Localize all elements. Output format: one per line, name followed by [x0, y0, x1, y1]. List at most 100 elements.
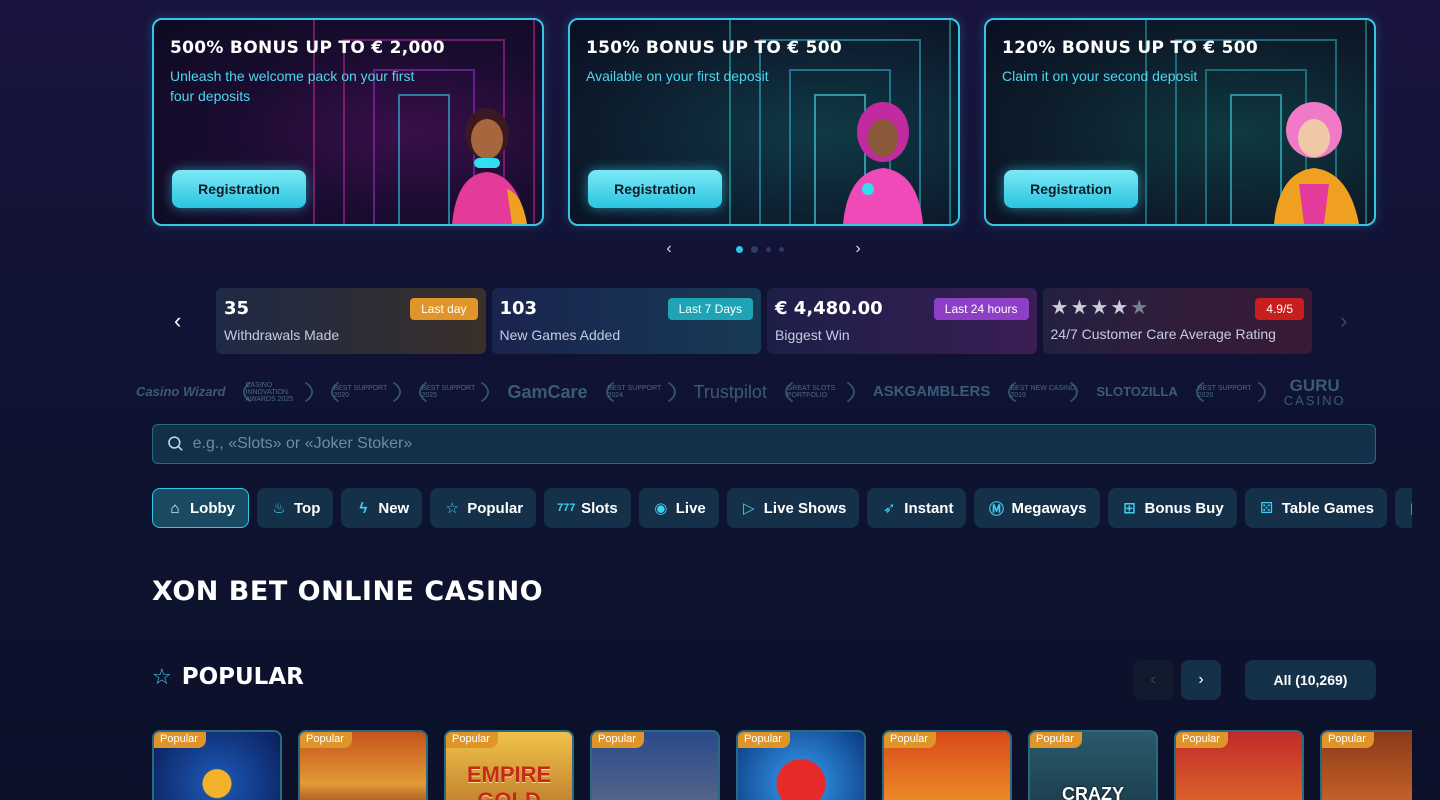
search-input[interactable] — [192, 435, 1361, 453]
carousel-dot-3[interactable] — [766, 247, 771, 252]
carousel-prev-button[interactable]: ‹ — [659, 240, 679, 258]
popular-section-header: ☆ POPULAR — [152, 664, 304, 690]
popular-badge: Popular — [1322, 732, 1374, 748]
banner-title: 500% BONUS UP TO € 2,000 — [170, 38, 445, 58]
tab-top[interactable]: ♨ Top — [257, 488, 334, 528]
carousel-next-button[interactable]: › — [848, 240, 868, 258]
stat-new-games: 103 New Games Added Last 7 Days — [491, 288, 761, 354]
popular-badge: Popular — [1030, 732, 1082, 748]
popular-badge: Popular — [1176, 732, 1228, 748]
tab-slots[interactable]: 777 Slots — [544, 488, 631, 528]
game-card[interactable]: Popular — [1320, 730, 1412, 800]
stats-prev-button[interactable]: ‹ — [174, 308, 181, 334]
star-icon: ★ — [1090, 297, 1109, 319]
popular-badge: Popular — [884, 732, 936, 748]
popular-games-row: Popular Popular Popular EMPIRE GOLD Popul… — [152, 730, 1412, 800]
game-card[interactable]: Popular — [882, 730, 1012, 800]
tab-label: Top — [294, 499, 321, 517]
carousel-dot-1[interactable] — [736, 246, 743, 253]
tab-label: Live — [675, 499, 706, 517]
bolt-icon: ϟ — [359, 499, 368, 517]
banner-carousel-nav: ‹ › — [0, 240, 1440, 260]
carousel-dot-4[interactable] — [779, 247, 784, 252]
star-icon: ☆ — [445, 500, 459, 517]
game-card[interactable]: Popular CRAZY — [1028, 730, 1158, 800]
tab-live[interactable]: ◉ Live — [638, 488, 719, 528]
popular-next-button[interactable]: › — [1181, 660, 1221, 700]
registration-button[interactable]: Registration — [1004, 170, 1138, 208]
half-star-icon: ★ — [1130, 297, 1149, 319]
promo-banner-2[interactable]: 150% BONUS UP TO € 500 Available on your… — [568, 18, 960, 226]
stat-badge: Last 7 Days — [667, 298, 753, 320]
tab-label: New — [378, 499, 410, 517]
home-icon: ⌂ — [170, 499, 180, 517]
trustpilot-logo: Trustpilot — [693, 382, 767, 402]
slotozilla-logo: SLOTOZILLA — [1096, 384, 1178, 399]
stat-label: Withdrawals Made — [224, 327, 340, 343]
game-card[interactable]: Popular — [152, 730, 282, 800]
category-tabs: ⌂ Lobby ♨ Top ϟ New ☆ Popular 777 Slots ◉ Live… — [152, 488, 1412, 528]
stats-next-button[interactable]: › — [1340, 308, 1347, 334]
banner-title: 150% BONUS UP TO € 500 — [586, 38, 843, 58]
game-card[interactable]: Popular — [590, 730, 720, 800]
tab-megaways[interactable]: Ⓜ Megaways — [974, 488, 1100, 528]
game-card[interactable]: Popular EMPIRE GOLD — [444, 730, 574, 800]
promo-banner-1[interactable]: 500% BONUS UP TO € 2,000 Unleash the wel… — [152, 18, 544, 226]
promo-banner-3[interactable]: 120% BONUS UP TO € 500 Claim it on your … — [984, 18, 1376, 226]
registration-button[interactable]: Registration — [588, 170, 722, 208]
tab-more[interactable]: ▦B — [1394, 488, 1412, 528]
tab-live-shows[interactable]: ▷ Live Shows — [726, 488, 860, 528]
star-icon: ★ — [1110, 297, 1129, 319]
star-icon: ☆ — [152, 664, 172, 689]
partner-logos: Casino Wizard CASINO INNOVATION AWARDS 2… — [136, 372, 1392, 412]
popular-prev-button[interactable]: ‹ — [1133, 660, 1173, 700]
gift-icon: ⊞ — [1123, 500, 1136, 517]
stat-biggest-win: € 4,480.00 Biggest Win Last 24 hours — [767, 288, 1037, 354]
search-icon — [168, 436, 183, 451]
dice-icon: ⚄ — [1260, 500, 1274, 517]
guru-casino-logo: GURU CASINO — [1284, 377, 1346, 407]
tab-popular[interactable]: ☆ Popular — [430, 488, 537, 528]
game-card[interactable]: Popular — [1174, 730, 1304, 800]
tab-table-games[interactable]: ⚄ Table Games — [1244, 488, 1387, 528]
carousel-dot-2[interactable] — [751, 246, 758, 253]
promo-character-image — [1274, 102, 1359, 224]
stat-label: 24/7 Customer Care Average Rating — [1050, 326, 1276, 342]
section-title: POPULAR — [181, 664, 304, 690]
megaways-icon: Ⓜ — [988, 500, 1004, 518]
tab-lobby[interactable]: ⌂ Lobby — [152, 488, 249, 528]
rating-badge: 4.9/5 — [1255, 298, 1304, 320]
tab-label: Slots — [581, 499, 618, 517]
grid-icon: ▦ — [1408, 499, 1412, 517]
banner-subtitle: Claim it on your second deposit — [1002, 68, 1198, 84]
game-title: EMPIRE GOLD — [466, 762, 552, 800]
banner-subtitle: Available on your first deposit — [586, 68, 769, 84]
askgamblers-logo: ASKGAMBLERS — [872, 383, 991, 400]
best-new-casino-badge: BEST NEW CASINO 2019 — [1008, 375, 1079, 409]
slots-icon: 777 — [557, 502, 576, 514]
tab-label: Popular — [467, 499, 524, 517]
stat-badge: Last day — [410, 298, 478, 320]
tab-new[interactable]: ϟ New — [341, 488, 423, 528]
game-search[interactable] — [152, 424, 1376, 464]
tab-label: Lobby — [190, 499, 235, 517]
star-icon: ★ — [1050, 297, 1069, 319]
tab-label: Table Games — [1281, 499, 1374, 517]
great-slots-badge: GREAT SLOTS PORTFOLIO — [784, 375, 855, 409]
rocket-icon: ➶ — [883, 500, 896, 517]
promo-character-image — [452, 108, 527, 224]
page-title: XON BET ONLINE CASINO — [152, 576, 544, 607]
tab-instant[interactable]: ➶ Instant — [867, 488, 967, 528]
stat-label: Biggest Win — [775, 327, 850, 343]
game-card[interactable]: Popular — [298, 730, 428, 800]
banner-subtitle: Unleash the welcome pack on your first f… — [170, 68, 415, 104]
best-support-badge: BEST SUPPORT 2020 — [331, 375, 402, 409]
stat-badge: Last 24 hours — [933, 298, 1029, 320]
popular-badge: Popular — [154, 732, 206, 748]
view-all-button[interactable]: All (10,269) — [1245, 660, 1376, 700]
game-card[interactable]: Popular — [736, 730, 866, 800]
tab-label: Instant — [904, 499, 954, 517]
registration-button[interactable]: Registration — [172, 170, 306, 208]
tab-label: Bonus Buy — [1144, 499, 1224, 517]
tab-bonus-buy[interactable]: ⊞ Bonus Buy — [1107, 488, 1237, 528]
